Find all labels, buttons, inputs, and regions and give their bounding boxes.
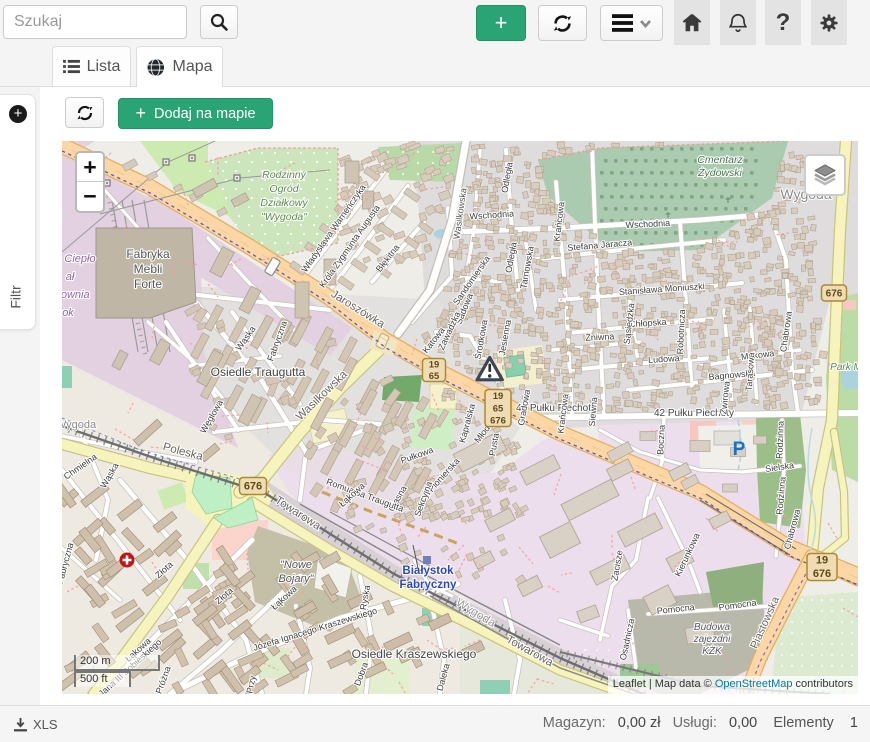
svg-text:Ciepło: Ciepło: [64, 253, 95, 265]
svg-text:676: 676: [813, 568, 831, 580]
svg-text:Rodzinny: Rodzinny: [262, 169, 307, 181]
svg-text:65: 65: [429, 371, 440, 382]
svg-text:Osiedle Kraszewskiego: Osiedle Kraszewskiego: [352, 647, 477, 661]
svg-text:Białystok: Białystok: [402, 565, 454, 577]
svg-text:Fabryczny: Fabryczny: [400, 579, 457, 591]
svg-text:Forte: Forte: [134, 277, 162, 291]
svg-text:Budowa: Budowa: [694, 622, 731, 633]
svg-text:Żniwna: Żniwna: [585, 331, 614, 343]
svg-text:KŻK: KŻK: [702, 645, 723, 657]
svg-text:"Wygoda": "Wygoda": [261, 211, 308, 223]
svg-text:Mebli: Mebli: [134, 262, 163, 276]
svg-text:676: 676: [826, 288, 843, 299]
svg-text:19: 19: [429, 360, 440, 371]
svg-text:Fabryka: Fabryka: [126, 247, 170, 261]
svg-text:Bojary": Bojary": [278, 573, 314, 585]
svg-text:65: 65: [493, 403, 504, 414]
svg-text:ał: ał: [66, 271, 75, 283]
svg-text:19: 19: [816, 555, 828, 567]
svg-text:Cmentarz: Cmentarz: [697, 154, 743, 166]
svg-text:Działkowy: Działkowy: [260, 197, 308, 209]
svg-text:19: 19: [493, 391, 504, 402]
svg-text:Wygoda: Wygoda: [62, 419, 97, 431]
svg-text:676: 676: [244, 480, 262, 492]
svg-text:łownia: łownia: [62, 289, 90, 301]
svg-text:Żydowski: Żydowski: [697, 167, 742, 179]
svg-text:Ogród: Ogród: [269, 183, 299, 195]
svg-text:Rodzinna: Rodzinna: [774, 421, 785, 459]
svg-text:676: 676: [490, 416, 506, 427]
svg-text:Osiedle Traugutta: Osiedle Traugutta: [211, 365, 306, 379]
svg-text:Park M: Park M: [830, 362, 858, 373]
svg-text:zajezdni: zajezdni: [693, 634, 731, 645]
svg-text:ok: ok: [62, 307, 74, 319]
svg-text:Boczna: Boczna: [655, 425, 667, 456]
svg-text:P: P: [733, 439, 746, 460]
svg-text:"Nowe: "Nowe: [280, 559, 312, 571]
